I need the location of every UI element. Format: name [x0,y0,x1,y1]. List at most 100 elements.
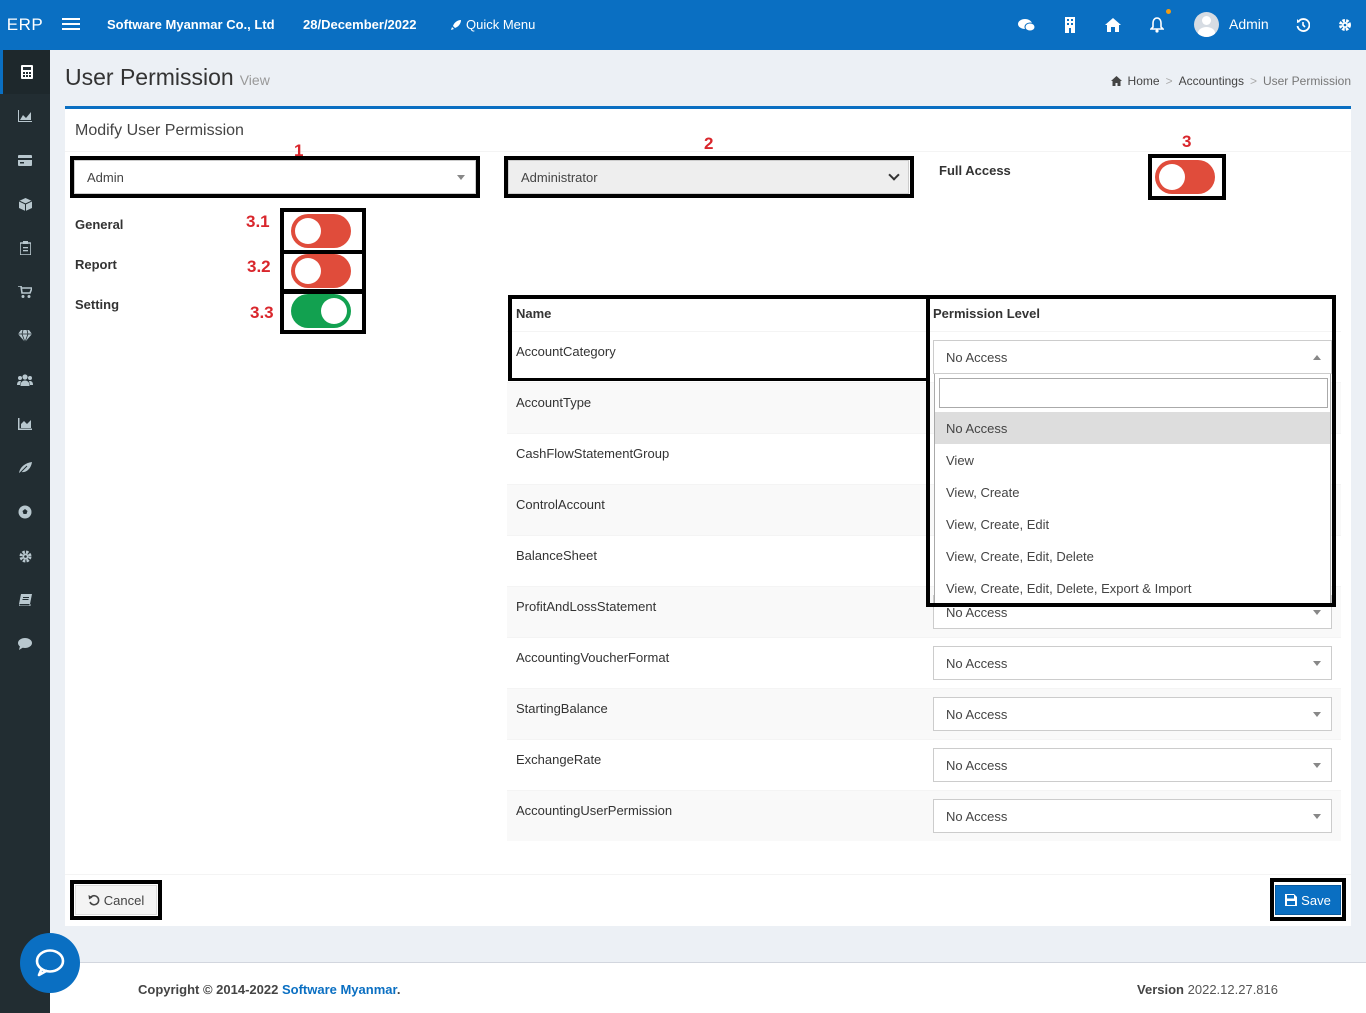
bell-icon[interactable] [1147,15,1167,35]
sidebar-item-messages[interactable] [0,622,50,666]
breadcrumb: Home > Accountings > User Permission [1110,74,1351,88]
marker-3: 3 [1182,132,1192,151]
row-name: StartingBalance [516,701,608,716]
highlight-dropdown [926,337,1336,607]
page-title: User Permission View [65,64,270,91]
breadcrumb-separator: > [1249,74,1257,88]
version-text: Version 2022.12.27.816 [1137,982,1278,997]
sidebar-item-reports[interactable] [0,402,50,446]
breadcrumb-current: User Permission [1262,74,1351,88]
highlight-box-2 [504,156,914,198]
cog-icon [19,550,31,562]
sidebar-item-charts[interactable] [0,94,50,138]
row-name: ControlAccount [516,497,605,512]
version-value: 2022.12.27.816 [1187,982,1278,997]
row-name: AccountingVoucherFormat [516,650,670,665]
sidebar [0,50,50,1013]
permission-select[interactable]: No Access [933,748,1332,782]
report-label: Report [75,257,117,272]
highlight-box-3-2 [280,250,366,293]
book-icon [18,594,32,606]
bar-chart-icon [18,418,32,430]
cart-icon [18,286,32,298]
notification-dot [1166,9,1171,14]
users-icon [17,374,33,386]
sidebar-item-futbol[interactable] [0,490,50,534]
credit-card-icon [18,154,32,166]
box-title: Modify User Permission [75,122,244,139]
sidebar-item-accounting[interactable] [0,50,50,94]
page-title-text: User Permission [65,64,234,90]
permission-select-value: No Access [946,706,1008,722]
row-name: CashFlowStatementGroup [516,446,670,461]
permission-select[interactable]: No Access [933,697,1332,731]
sidebar-item-docs[interactable] [0,578,50,622]
permission-select-value: No Access [946,808,1008,824]
marker-3-2: 3.2 [247,257,271,276]
breadcrumb-separator: > [1165,74,1173,88]
breadcrumb-home[interactable]: Home [1128,74,1160,88]
user-name[interactable]: Admin [1229,16,1269,32]
caret-down-icon [1313,712,1321,717]
page-subtitle: View [239,72,270,88]
quick-menu-button[interactable]: Quick Menu [450,17,535,32]
permission-select[interactable]: No Access [933,646,1332,680]
caret-down-icon [1313,814,1321,819]
permission-select-value: No Access [946,655,1008,671]
general-label: General [75,217,124,232]
table-row: ExchangeRate No Access [507,739,1341,790]
caret-down-icon [1313,610,1321,615]
building-icon[interactable] [1060,15,1080,35]
highlight-save [1270,878,1346,921]
highlight-box-1 [70,156,480,198]
sidebar-item-payments[interactable] [0,138,50,182]
chat-widget-button[interactable] [20,933,80,993]
highlight-box-3 [1148,154,1226,200]
highlight-table-header-right [926,295,1336,339]
row-name: BalanceSheet [516,548,597,563]
marker-2: 2 [704,134,714,153]
marker-1: 1 [294,141,304,160]
company-name[interactable]: Software Myanmar Co., Ltd [107,17,275,32]
copyright-prefix: Copyright © 2014-2022 [138,982,282,997]
sidebar-item-clipboard[interactable] [0,226,50,270]
breadcrumb-accountings[interactable]: Accountings [1179,74,1244,88]
sidebar-item-settings[interactable] [0,534,50,578]
highlight-cancel [70,880,162,920]
table-row: AccountingVoucherFormat No Access [507,637,1341,688]
home-icon [1110,76,1122,86]
sidebar-item-users[interactable] [0,358,50,402]
history-icon[interactable] [1293,15,1313,35]
footer: Copyright © 2014-2022 Software Myanmar. … [50,962,1366,1013]
marker-3-3: 3.3 [250,303,274,322]
home-icon[interactable] [1103,15,1123,35]
gear-icon[interactable] [1335,15,1355,35]
box-footer-divider [65,874,1351,875]
leaf-icon [18,462,32,474]
app-logo[interactable]: ERP [0,0,50,50]
copyright-link[interactable]: Software Myanmar [282,982,397,997]
rocket-icon [451,19,461,30]
sidebar-item-diamond[interactable] [0,314,50,358]
row-name: ExchangeRate [516,752,602,767]
top-navbar: ERP Software Myanmar Co., Ltd 28/Decembe… [0,0,1366,50]
avatar[interactable] [1194,12,1219,37]
permission-select[interactable]: No Access [933,799,1332,833]
copyright-text: Copyright © 2014-2022 Software Myanmar. [138,982,400,997]
row-name: ProfitAndLossStatement [516,599,657,614]
chat-icon[interactable] [1017,15,1037,35]
chat-bubble-icon [35,949,65,977]
sidebar-item-inventory[interactable] [0,182,50,226]
highlight-box-3-3 [280,290,366,334]
current-date[interactable]: 28/December/2022 [303,17,416,32]
comment-icon [18,638,32,650]
chart-area-icon [18,110,32,122]
highlight-box-3-1 [280,208,366,254]
sidebar-item-sales[interactable] [0,270,50,314]
sidebar-item-leaf[interactable] [0,446,50,490]
diamond-icon [18,330,32,342]
caret-down-icon [1313,661,1321,666]
cube-icon [18,197,32,211]
setting-label: Setting [75,297,120,312]
hamburger-menu-icon[interactable] [62,15,80,35]
